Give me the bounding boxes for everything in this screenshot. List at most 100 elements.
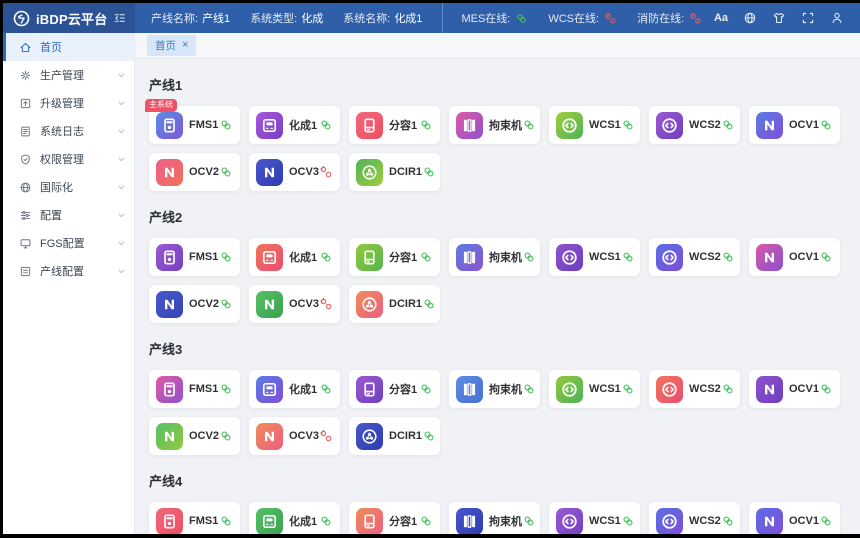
sidebar-item-upgrade[interactable]: 升级管理 [3, 89, 134, 117]
link-online-icon[interactable] [219, 429, 233, 443]
link-online-icon[interactable] [819, 118, 833, 132]
system-card-化成1[interactable]: 化成1 [249, 106, 340, 144]
sidebar-item-fgs-config[interactable]: FGS配置 [3, 229, 134, 257]
grading-machine-icon [356, 376, 383, 403]
system-card-ocv3[interactable]: OCV3 [249, 285, 340, 323]
link-online-icon[interactable] [319, 514, 333, 528]
close-icon[interactable]: × [182, 40, 188, 51]
system-card-fms1[interactable]: FMS1 [149, 502, 240, 534]
link-online-icon[interactable] [621, 250, 635, 264]
system-card-wcs1[interactable]: WCS1 [549, 502, 640, 534]
link-online-icon[interactable] [522, 514, 536, 528]
link-online-icon[interactable] [419, 250, 433, 264]
system-card-ocv1[interactable]: OCV1 [749, 238, 840, 276]
link-online-icon[interactable] [621, 118, 635, 132]
sidebar-item-line-config[interactable]: 产线配置 [3, 257, 134, 285]
content-scroll-area[interactable]: 产线1 FMS1 主系统 化成1 分容1 拘束机 WCS1 WCS2 OCV1 [135, 59, 860, 534]
sidebar-item-production[interactable]: 生产管理 [3, 61, 134, 89]
chevron-down-icon [117, 155, 126, 164]
link-broken-icon [604, 12, 617, 25]
system-card-化成1[interactable]: 化成1 [249, 502, 340, 534]
system-card-dcir1[interactable]: DCIR1 [349, 153, 440, 191]
system-card-wcs2[interactable]: WCS2 [649, 502, 740, 534]
link-online-icon[interactable] [819, 514, 833, 528]
link-online-icon[interactable] [721, 118, 735, 132]
system-card-ocv2[interactable]: OCV2 [149, 417, 240, 455]
link-online-icon[interactable] [721, 514, 735, 528]
link-online-icon[interactable] [219, 118, 233, 132]
system-card-wcs2[interactable]: WCS2 [649, 370, 740, 408]
system-card-分容1[interactable]: 分容1 [349, 370, 440, 408]
system-card-wcs2[interactable]: WCS2 [649, 238, 740, 276]
link-online-icon[interactable] [319, 250, 333, 264]
link-online-icon[interactable] [621, 382, 635, 396]
system-card-ocv2[interactable]: OCV2 [149, 153, 240, 191]
system-card-wcs2[interactable]: WCS2 [649, 106, 740, 144]
fullscreen-icon[interactable] [801, 11, 815, 25]
link-broken-icon[interactable] [319, 297, 333, 311]
collapse-menu-icon[interactable] [113, 11, 127, 25]
system-card-分容1[interactable]: 分容1 [349, 238, 440, 276]
link-online-icon[interactable] [522, 250, 536, 264]
system-card-wcs1[interactable]: WCS1 [549, 106, 640, 144]
system-card-分容1[interactable]: 分容1 [349, 106, 440, 144]
link-broken-icon[interactable] [319, 165, 333, 179]
system-card-dcir1[interactable]: DCIR1 [349, 285, 440, 323]
tab-home[interactable]: 首页 × [147, 35, 196, 56]
user-icon[interactable] [830, 11, 844, 25]
link-online-icon[interactable] [219, 297, 233, 311]
link-online-icon[interactable] [422, 165, 436, 179]
link-online-icon[interactable] [721, 382, 735, 396]
link-online-icon[interactable] [621, 514, 635, 528]
link-online-icon[interactable] [319, 382, 333, 396]
font-size-icon[interactable]: Aa [714, 11, 728, 25]
sidebar-item-i18n[interactable]: 国际化 [3, 173, 134, 201]
system-card-ocv1[interactable]: OCV1 [749, 502, 840, 534]
link-online-icon[interactable] [819, 382, 833, 396]
link-online-icon[interactable] [522, 118, 536, 132]
system-card-ocv1[interactable]: OCV1 [749, 370, 840, 408]
system-card-fms1[interactable]: FMS1 [149, 238, 240, 276]
system-card-wcs1[interactable]: WCS1 [549, 370, 640, 408]
sidebar-item-permissions[interactable]: 权限管理 [3, 145, 134, 173]
chevron-down-icon [117, 183, 126, 192]
system-card-化成1[interactable]: 化成1 [249, 370, 340, 408]
link-online-icon[interactable] [219, 165, 233, 179]
link-online-icon[interactable] [219, 382, 233, 396]
section-title: 产线1 [149, 75, 846, 94]
link-online-icon[interactable] [419, 118, 433, 132]
system-card-ocv3[interactable]: OCV3 [249, 153, 340, 191]
sidebar-item-home[interactable]: 首页 [3, 33, 134, 61]
system-card-dcir1[interactable]: DCIR1 [349, 417, 440, 455]
system-card-ocv1[interactable]: OCV1 [749, 106, 840, 144]
link-online-icon[interactable] [319, 118, 333, 132]
link-online-icon[interactable] [422, 297, 436, 311]
link-online-icon[interactable] [219, 514, 233, 528]
link-online-icon[interactable] [419, 382, 433, 396]
system-card-拘束机[interactable]: 拘束机 [449, 502, 540, 534]
link-online-icon[interactable] [219, 250, 233, 264]
system-card-wcs1[interactable]: WCS1 [549, 238, 640, 276]
grading-machine-icon [356, 112, 383, 139]
shield-icon [19, 153, 32, 166]
link-online-icon[interactable] [419, 514, 433, 528]
system-card-fms1[interactable]: FMS1 主系统 [149, 106, 240, 144]
system-card-分容1[interactable]: 分容1 [349, 502, 440, 534]
fms-machine-icon [156, 244, 183, 271]
link-online-icon[interactable] [522, 382, 536, 396]
system-card-拘束机[interactable]: 拘束机 [449, 370, 540, 408]
language-globe-icon[interactable] [743, 11, 757, 25]
sidebar-item-system-logs[interactable]: 系统日志 [3, 117, 134, 145]
sidebar-item-config[interactable]: 配置 [3, 201, 134, 229]
link-online-icon[interactable] [422, 429, 436, 443]
system-card-拘束机[interactable]: 拘束机 [449, 238, 540, 276]
system-card-ocv2[interactable]: OCV2 [149, 285, 240, 323]
theme-shirt-icon[interactable] [772, 11, 786, 25]
link-broken-icon[interactable] [319, 429, 333, 443]
system-card-拘束机[interactable]: 拘束机 [449, 106, 540, 144]
system-card-fms1[interactable]: FMS1 [149, 370, 240, 408]
system-card-化成1[interactable]: 化成1 [249, 238, 340, 276]
link-online-icon[interactable] [819, 250, 833, 264]
link-online-icon[interactable] [721, 250, 735, 264]
system-card-ocv3[interactable]: OCV3 [249, 417, 340, 455]
